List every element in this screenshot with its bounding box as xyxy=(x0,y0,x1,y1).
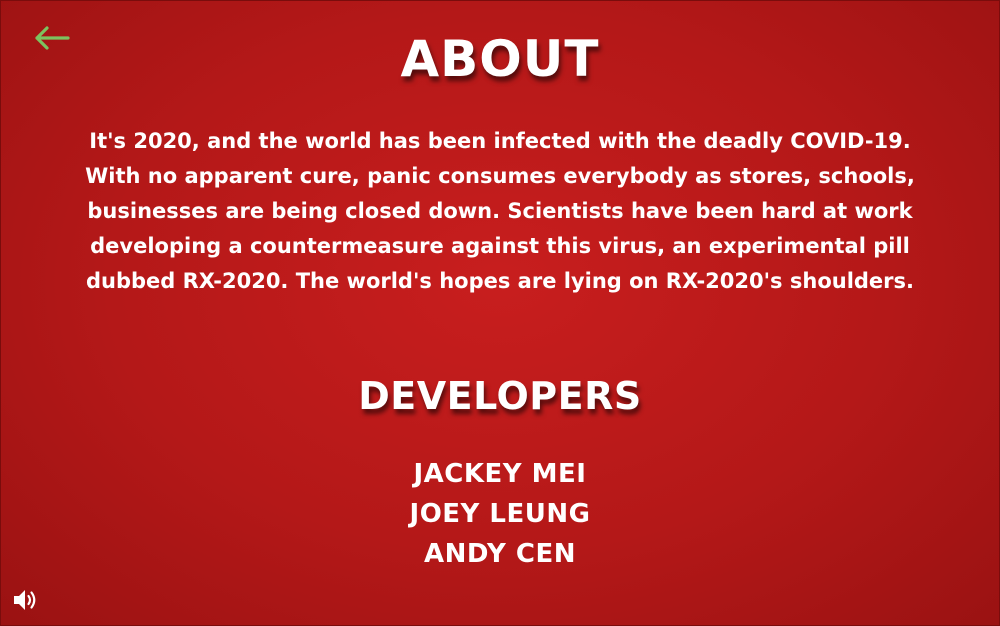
about-line: dubbed RX-2020. The world's hopes are ly… xyxy=(85,269,914,293)
about-line: It's 2020, and the world has been infect… xyxy=(89,129,911,153)
developers-title: DEVELOPERS xyxy=(358,374,642,418)
developer-name: ANDY CEN xyxy=(423,539,577,569)
about-line: With no apparent cure, panic consumes ev… xyxy=(85,164,915,188)
speaker-volume-icon xyxy=(14,590,36,610)
developer-name: JOEY LEUNG xyxy=(409,499,591,529)
about-line: developing a countermeasure against this… xyxy=(90,234,910,258)
about-title: ABOUT xyxy=(400,30,600,88)
about-text: It's 2020, and the world has been infect… xyxy=(80,124,920,299)
about-line: businesses are being closed down. Scient… xyxy=(87,199,913,223)
sound-toggle-button[interactable] xyxy=(12,588,40,612)
developer-name: JACKEY MEI xyxy=(413,459,587,489)
developers-list: JACKEY MEI JOEY LEUNG ANDY CEN xyxy=(0,454,1000,574)
